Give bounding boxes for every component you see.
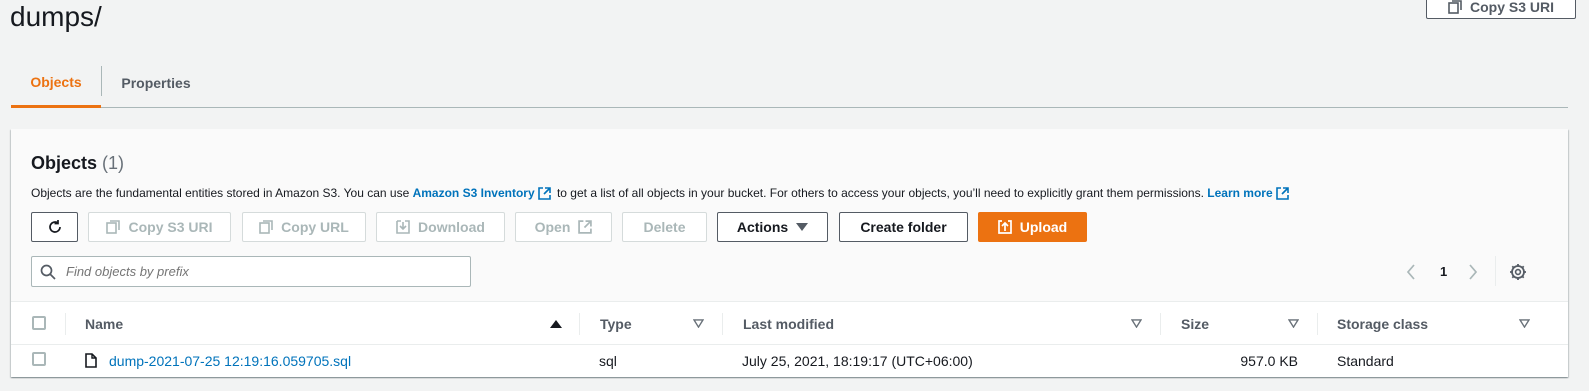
external-link-icon	[578, 220, 593, 234]
description-text-1: Objects are the fundamental entities sto…	[31, 186, 410, 200]
copy-s3-uri-toolbar-label: Copy S3 URI	[128, 219, 213, 235]
search-input[interactable]	[64, 263, 444, 280]
refresh-button[interactable]	[31, 212, 78, 242]
copy-url-label: Copy URL	[281, 219, 349, 235]
create-folder-button[interactable]: Create folder	[839, 212, 968, 242]
refresh-icon	[48, 220, 61, 233]
file-name-cell: dump-2021-07-25 12:19:16.059705.sql	[85, 344, 351, 377]
copy-icon	[1448, 0, 1462, 14]
preferences-button[interactable]	[1509, 256, 1527, 287]
actions-label: Actions	[736, 219, 789, 235]
download-button[interactable]: Download	[376, 212, 505, 242]
external-link-icon	[537, 187, 551, 200]
delete-button[interactable]: Delete	[622, 212, 707, 242]
column-divider	[65, 313, 66, 335]
delete-label: Delete	[643, 219, 686, 235]
copy-s3-uri-button[interactable]: Copy S3 URI	[1426, 0, 1576, 19]
copy-url-button[interactable]: Copy URL	[242, 212, 366, 242]
s3-inventory-link[interactable]: Amazon S3 Inventory	[413, 186, 535, 200]
objects-description: Objects are the fundamental entities sto…	[31, 186, 1292, 200]
upload-icon	[997, 220, 1012, 234]
sort-icon[interactable]	[1131, 319, 1142, 328]
tab-bar: Objects Properties	[11, 58, 1568, 108]
column-header-size[interactable]: Size	[1181, 303, 1209, 344]
column-divider	[722, 313, 723, 335]
sort-icon[interactable]	[1288, 319, 1299, 328]
page-title: dumps/	[10, 1, 102, 32]
objects-count: (1)	[102, 153, 125, 173]
copy-icon	[259, 220, 273, 234]
last-modified-cell: July 25, 2021, 18:19:17 (UTC+06:00)	[742, 352, 973, 369]
chevron-right-icon	[1469, 263, 1478, 280]
page-number[interactable]: 1	[1440, 256, 1447, 287]
copy-icon	[106, 220, 121, 234]
column-header-last-modified[interactable]: Last modified	[743, 303, 834, 344]
upload-label: Upload	[1019, 219, 1068, 235]
learn-more-link[interactable]: Learn more	[1207, 186, 1272, 200]
sort-icon[interactable]	[1519, 319, 1530, 328]
chevron-left-icon	[1406, 263, 1415, 280]
external-link-icon	[1275, 187, 1289, 200]
search-icon	[40, 264, 56, 280]
storage-class-cell: Standard	[1337, 352, 1394, 369]
tab-objects[interactable]: Objects	[11, 58, 101, 108]
create-folder-label: Create folder	[860, 219, 947, 235]
download-icon	[396, 220, 410, 234]
row-checkbox[interactable]	[32, 352, 46, 366]
objects-heading-label: Objects	[31, 153, 98, 173]
actions-dropdown[interactable]: Actions	[717, 212, 828, 242]
objects-panel: Objects (1) Objects are the fundamental …	[11, 129, 1568, 377]
gear-icon	[1510, 263, 1526, 280]
pager-divider	[1495, 256, 1496, 286]
copy-s3-uri-label: Copy S3 URI	[1469, 0, 1554, 15]
open-button[interactable]: Open	[515, 212, 612, 242]
select-all-checkbox[interactable]	[32, 316, 46, 330]
file-name-link[interactable]: dump-2021-07-25 12:19:16.059705.sql	[109, 353, 351, 369]
next-page-button[interactable]	[1468, 256, 1478, 287]
column-header-type[interactable]: Type	[600, 303, 632, 344]
column-divider	[579, 313, 580, 335]
description-text-2: to get a list of all objects in your buc…	[556, 186, 1204, 200]
size-cell: 957.0 KB	[1240, 352, 1298, 369]
open-label: Open	[534, 219, 571, 235]
caret-down-icon	[796, 223, 809, 231]
file-type-cell: sql	[599, 352, 617, 369]
column-divider	[1160, 313, 1161, 335]
sort-ascending-icon[interactable]	[550, 319, 562, 329]
previous-page-button[interactable]	[1406, 256, 1416, 287]
sort-icon[interactable]	[693, 319, 704, 328]
download-label: Download	[418, 219, 485, 235]
copy-s3-uri-toolbar-button[interactable]: Copy S3 URI	[88, 212, 231, 242]
column-divider	[1317, 313, 1318, 335]
file-icon	[85, 353, 97, 368]
tab-properties[interactable]: Properties	[102, 58, 210, 107]
search-box	[31, 256, 471, 287]
upload-button[interactable]: Upload	[978, 212, 1087, 242]
column-header-name[interactable]: Name	[85, 303, 123, 344]
objects-heading: Objects (1)	[31, 153, 124, 174]
column-header-storage-class[interactable]: Storage class	[1337, 303, 1428, 344]
